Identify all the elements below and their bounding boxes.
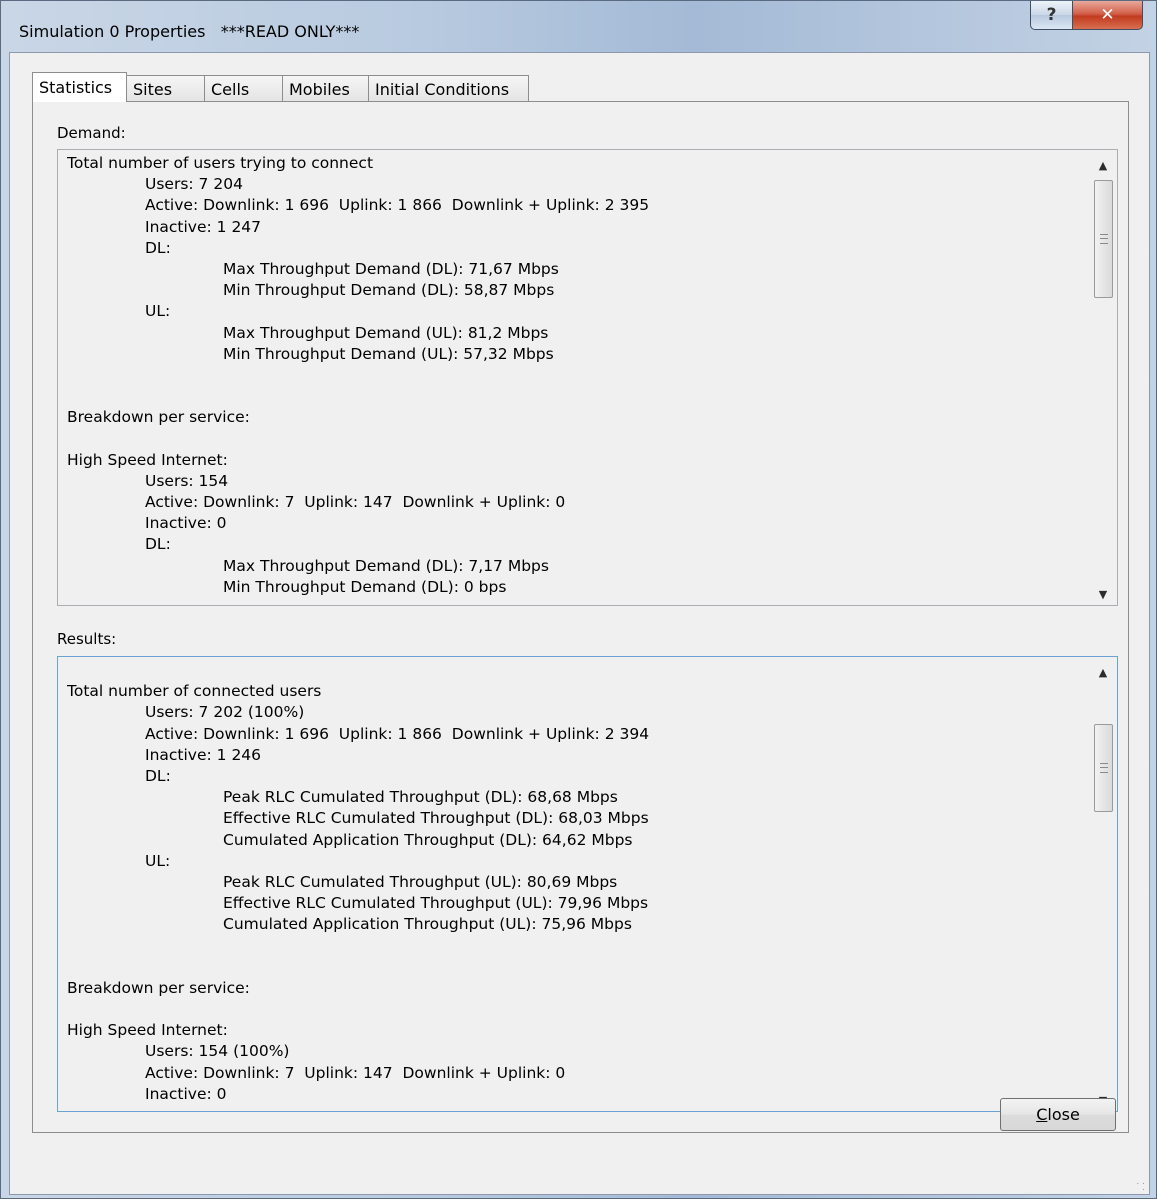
text-line: Users: 7 202 (100%) [145, 703, 305, 722]
text-line: Cumulated Application Throughput (DL): 6… [223, 830, 633, 849]
text-line [67, 428, 1083, 449]
close-button[interactable]: Close [1000, 1098, 1116, 1131]
text-line: Active: Downlink: 1 696 Uplink: 1 866 Do… [145, 724, 650, 743]
text-line: Max Throughput Demand (UL): 81,2 Mbps [223, 323, 549, 342]
text-line: High Speed Internet: [67, 1021, 228, 1040]
text-line: Min Throughput Demand (DL): 58,87 Mbps [223, 281, 555, 300]
text-line: Breakdown per service: [67, 408, 250, 427]
text-line [67, 660, 1083, 681]
tab-statistics[interactable]: Statistics [32, 72, 127, 102]
text-line [67, 386, 1083, 407]
help-button[interactable]: ? [1030, 1, 1073, 30]
text-line: Max Throughput Demand (DL): 71,67 Mbps [223, 259, 559, 278]
close-icon: ✕ [1100, 5, 1115, 25]
tab-sites[interactable]: Sites [126, 75, 205, 101]
text-line: Inactive: 0 [145, 1084, 227, 1103]
text-line: Max Throughput Demand (DL): 7,17 Mbps [223, 556, 549, 575]
dialog-client-area: Statistics Sites Cells Mobiles Initial C… [9, 52, 1150, 1195]
text-line: Total number of connected users [67, 682, 322, 701]
results-scrollbar[interactable]: ▲ ▼ [1089, 657, 1117, 1111]
demand-label: Demand: [57, 124, 126, 142]
text-line: Min Throughput Demand (UL): 57,32 Mbps [223, 344, 554, 363]
title-bar[interactable]: Simulation 0 Properties ***READ ONLY*** … [1, 1, 1156, 59]
results-text: Total number of connected users Users: 7 … [67, 660, 1083, 1111]
results-label: Results: [57, 630, 117, 648]
text-line: Peak RLC Cumulated Throughput (UL): 80,6… [223, 872, 618, 891]
tab-mobiles[interactable]: Mobiles [282, 75, 369, 101]
text-line [67, 365, 1083, 386]
properties-dialog: Simulation 0 Properties ***READ ONLY*** … [0, 0, 1157, 1199]
text-line: UL: [145, 851, 171, 870]
demand-text: Total number of users trying to connect U… [67, 153, 1083, 605]
resize-grip-icon[interactable]: . .. [1133, 1178, 1145, 1193]
tab-initial-conditions[interactable]: Initial Conditions [368, 75, 529, 101]
text-line: Users: 7 204 [145, 175, 243, 194]
text-line [67, 935, 1083, 956]
text-line: Inactive: 0 [145, 514, 227, 533]
text-line: UL: [145, 302, 171, 321]
tab-cells[interactable]: Cells [204, 75, 283, 101]
text-line: Peak RLC Cumulated Throughput (DL): 68,6… [223, 788, 618, 807]
text-line: Users: 154 [145, 471, 229, 490]
text-line: Inactive: 1 246 [145, 745, 262, 764]
text-line: Effective RLC Cumulated Throughput (UL):… [223, 894, 649, 913]
text-line [67, 957, 1083, 978]
text-line: DL: [145, 535, 171, 554]
text-line: DL: [145, 238, 171, 257]
text-line: Total number of users trying to connect [67, 154, 374, 172]
demand-scrollbar[interactable]: ▲ ▼ [1089, 150, 1117, 605]
scroll-up-arrow-icon[interactable]: ▲ [1089, 154, 1117, 176]
scroll-up-arrow-icon[interactable]: ▲ [1089, 661, 1117, 683]
statistics-panel: Demand: Total number of users trying to … [32, 101, 1129, 1133]
text-line: Users: 154 (100%) [145, 1042, 290, 1061]
results-textbox[interactable]: Total number of connected users Users: 7 … [57, 656, 1118, 1112]
window-title: Simulation 0 Properties ***READ ONLY*** [19, 22, 360, 41]
text-line: Min Throughput Demand (DL): 0 bps [223, 577, 507, 596]
help-icon: ? [1046, 5, 1057, 25]
text-line: Active: Downlink: 1 696 Uplink: 1 866 Do… [145, 196, 650, 215]
scroll-down-arrow-icon[interactable]: ▼ [1089, 583, 1117, 605]
close-button-mnemonic: C [1036, 1105, 1048, 1124]
grip-icon [1099, 234, 1108, 244]
text-line: Active: Downlink: 7 Uplink: 147 Downlink… [145, 1063, 566, 1082]
close-button-label: lose [1047, 1105, 1080, 1124]
text-line: Breakdown per service: [67, 978, 250, 997]
text-line: Effective RLC Cumulated Throughput (DL):… [223, 809, 649, 828]
text-line: High Speed Internet: [67, 450, 228, 469]
scroll-thumb[interactable] [1094, 180, 1113, 298]
text-line [67, 999, 1083, 1020]
demand-textbox[interactable]: Total number of users trying to connect U… [57, 149, 1118, 606]
grip-icon [1099, 763, 1108, 773]
text-line: Cumulated Application Throughput (UL): 7… [223, 915, 632, 934]
window-close-button[interactable]: ✕ [1072, 1, 1143, 30]
text-line: Inactive: 1 247 [145, 217, 262, 236]
scroll-thumb[interactable] [1094, 724, 1113, 812]
text-line: Active: Downlink: 7 Uplink: 147 Downlink… [145, 493, 566, 511]
text-line: DL: [145, 766, 171, 785]
